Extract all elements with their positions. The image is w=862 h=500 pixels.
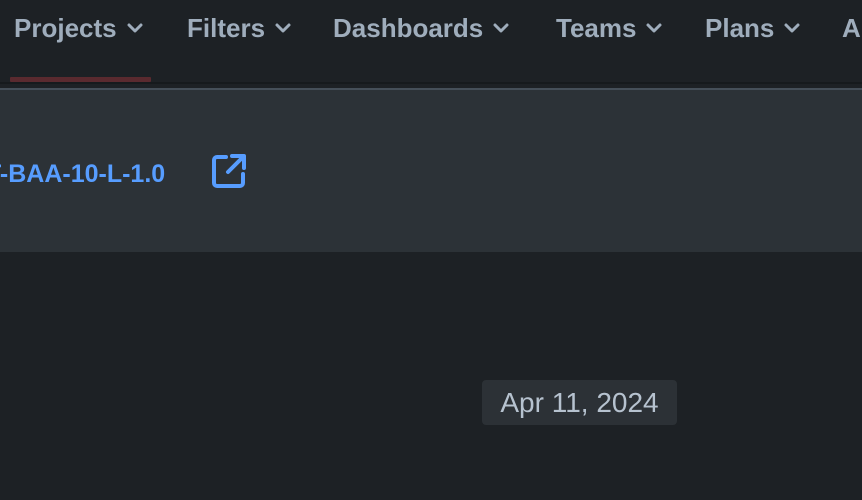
chevron-down-icon xyxy=(644,18,664,38)
nav-filters[interactable]: Filters xyxy=(187,8,293,48)
chevron-down-icon xyxy=(273,18,293,38)
date-badge: Apr 11, 2024 xyxy=(482,380,677,425)
nav-teams-label: Teams xyxy=(556,12,637,43)
top-navigation: Projects Filters Dashboards Teams Plans … xyxy=(0,0,862,82)
chevron-down-icon xyxy=(125,18,145,38)
nav-apps-label: A xyxy=(842,12,861,43)
external-link-icon[interactable] xyxy=(210,152,248,190)
nav-apps-truncated[interactable]: A xyxy=(842,8,861,48)
chevron-down-icon xyxy=(491,18,511,38)
nav-dashboards[interactable]: Dashboards xyxy=(333,8,511,48)
nav-dashboards-label: Dashboards xyxy=(333,12,484,43)
nav-divider xyxy=(0,82,862,84)
issue-banner: T-BAA-10-L-1.0 xyxy=(0,90,862,252)
nav-projects[interactable]: Projects xyxy=(14,8,145,48)
nav-teams[interactable]: Teams xyxy=(556,8,664,48)
nav-plans-label: Plans xyxy=(705,12,775,43)
nav-plans[interactable]: Plans xyxy=(705,8,802,48)
issue-key-link[interactable]: T-BAA-10-L-1.0 xyxy=(0,154,165,194)
nav-projects-label: Projects xyxy=(14,12,117,43)
nav-filters-label: Filters xyxy=(187,12,266,43)
chevron-down-icon xyxy=(782,18,802,38)
